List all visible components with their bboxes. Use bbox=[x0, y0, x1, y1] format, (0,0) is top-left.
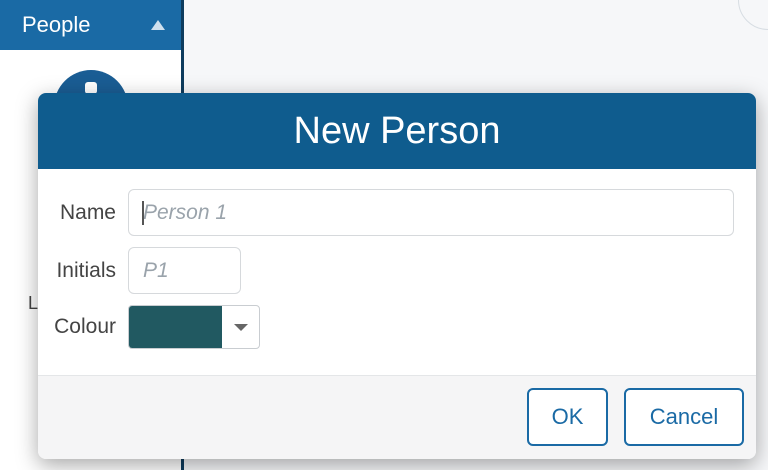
chevron-down-icon bbox=[233, 323, 248, 331]
colour-picker[interactable] bbox=[128, 305, 260, 349]
cancel-button[interactable]: Cancel bbox=[624, 388, 744, 446]
initials-label: Initials bbox=[56, 258, 116, 282]
name-row: Name bbox=[38, 189, 734, 236]
sidebar-item-label: L bbox=[28, 293, 39, 313]
decorative-arc bbox=[738, 0, 768, 30]
text-cursor bbox=[142, 201, 144, 225]
people-panel-title: People bbox=[22, 12, 91, 37]
people-panel-header[interactable]: People bbox=[0, 0, 181, 50]
caret-up-icon[interactable] bbox=[151, 20, 165, 30]
colour-dropdown-button[interactable] bbox=[222, 306, 259, 348]
name-input[interactable] bbox=[128, 189, 734, 236]
new-person-dialog: New Person Name Initials Colour OK Cance… bbox=[38, 93, 756, 459]
dialog-title: New Person bbox=[293, 109, 501, 152]
colour-row: Colour bbox=[38, 305, 260, 349]
ok-button[interactable]: OK bbox=[527, 388, 608, 446]
dialog-header: New Person bbox=[38, 93, 756, 169]
colour-swatch[interactable] bbox=[129, 306, 222, 348]
initials-row: Initials bbox=[38, 247, 241, 294]
initials-input[interactable] bbox=[128, 247, 241, 294]
dialog-footer: OK Cancel bbox=[38, 375, 756, 459]
name-label: Name bbox=[59, 200, 116, 224]
colour-label: Colour bbox=[54, 315, 116, 338]
